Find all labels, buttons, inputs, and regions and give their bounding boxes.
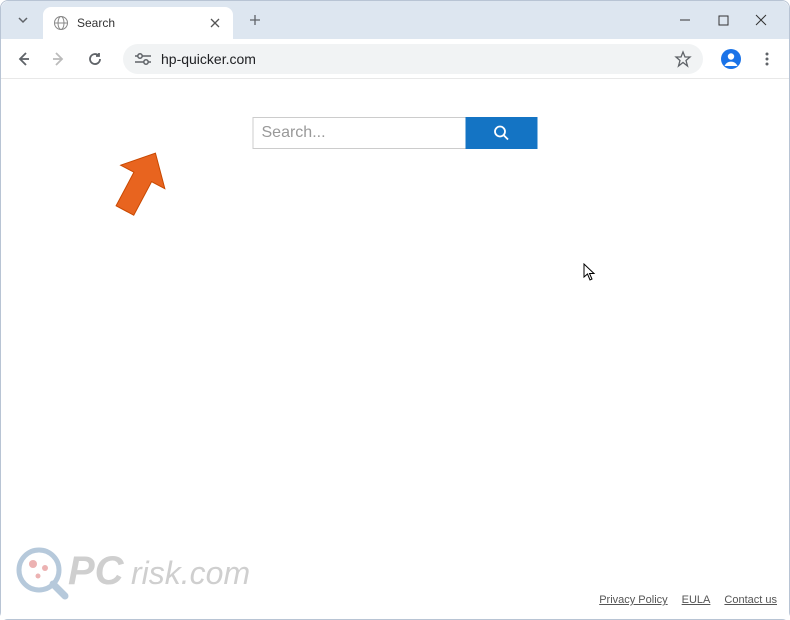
minimize-icon xyxy=(679,14,691,26)
window-controls xyxy=(675,1,781,39)
maximize-icon xyxy=(718,15,729,26)
maximize-button[interactable] xyxy=(713,10,733,30)
svg-text:risk.com: risk.com xyxy=(131,555,250,591)
footer-links: Privacy Policy EULA Contact us xyxy=(599,594,777,606)
cursor-icon xyxy=(583,263,597,286)
title-bar: Search xyxy=(1,1,789,39)
tab-search-button[interactable] xyxy=(9,6,37,34)
search-submit-button[interactable] xyxy=(466,117,538,149)
profile-icon xyxy=(720,48,742,70)
footer-link-eula[interactable]: EULA xyxy=(682,594,711,606)
svg-text:PC: PC xyxy=(68,549,125,593)
page-content: PC risk.com Privacy Policy EULA Contact … xyxy=(1,79,789,619)
chevron-down-icon xyxy=(16,13,30,27)
minimize-button[interactable] xyxy=(675,10,695,30)
footer: PC risk.com Privacy Policy EULA Contact … xyxy=(1,534,789,614)
site-info-button[interactable] xyxy=(133,49,153,69)
arrow-left-icon xyxy=(14,50,32,68)
pcrisk-logo-icon: PC risk.com xyxy=(13,534,293,606)
tune-icon xyxy=(134,52,152,66)
search-input[interactable] xyxy=(253,117,466,149)
reload-icon xyxy=(86,50,104,68)
browser-tab[interactable]: Search xyxy=(43,7,233,39)
more-vertical-icon xyxy=(759,51,775,67)
close-icon xyxy=(755,14,767,26)
browser-window: Search xyxy=(0,0,790,620)
reload-button[interactable] xyxy=(81,45,109,73)
close-icon xyxy=(210,18,220,28)
footer-link-contact[interactable]: Contact us xyxy=(724,594,777,606)
globe-icon xyxy=(53,15,69,31)
url-text: hp-quicker.com xyxy=(161,51,665,67)
search-form xyxy=(253,117,538,149)
footer-link-privacy[interactable]: Privacy Policy xyxy=(599,594,667,606)
arrow-annotation xyxy=(109,149,169,224)
toolbar: hp-quicker.com xyxy=(1,39,789,79)
arrow-right-icon xyxy=(50,50,68,68)
bookmark-button[interactable] xyxy=(673,49,693,69)
address-bar[interactable]: hp-quicker.com xyxy=(123,44,703,74)
new-tab-button[interactable] xyxy=(241,6,269,34)
menu-button[interactable] xyxy=(753,45,781,73)
plus-icon xyxy=(249,14,261,26)
watermark: PC risk.com xyxy=(13,534,293,606)
profile-button[interactable] xyxy=(717,45,745,73)
close-window-button[interactable] xyxy=(751,10,771,30)
star-icon xyxy=(674,50,692,68)
arrow-icon xyxy=(109,149,169,219)
tab-title: Search xyxy=(77,16,199,30)
back-button[interactable] xyxy=(9,45,37,73)
close-tab-button[interactable] xyxy=(207,15,223,31)
search-icon xyxy=(493,124,511,142)
forward-button[interactable] xyxy=(45,45,73,73)
